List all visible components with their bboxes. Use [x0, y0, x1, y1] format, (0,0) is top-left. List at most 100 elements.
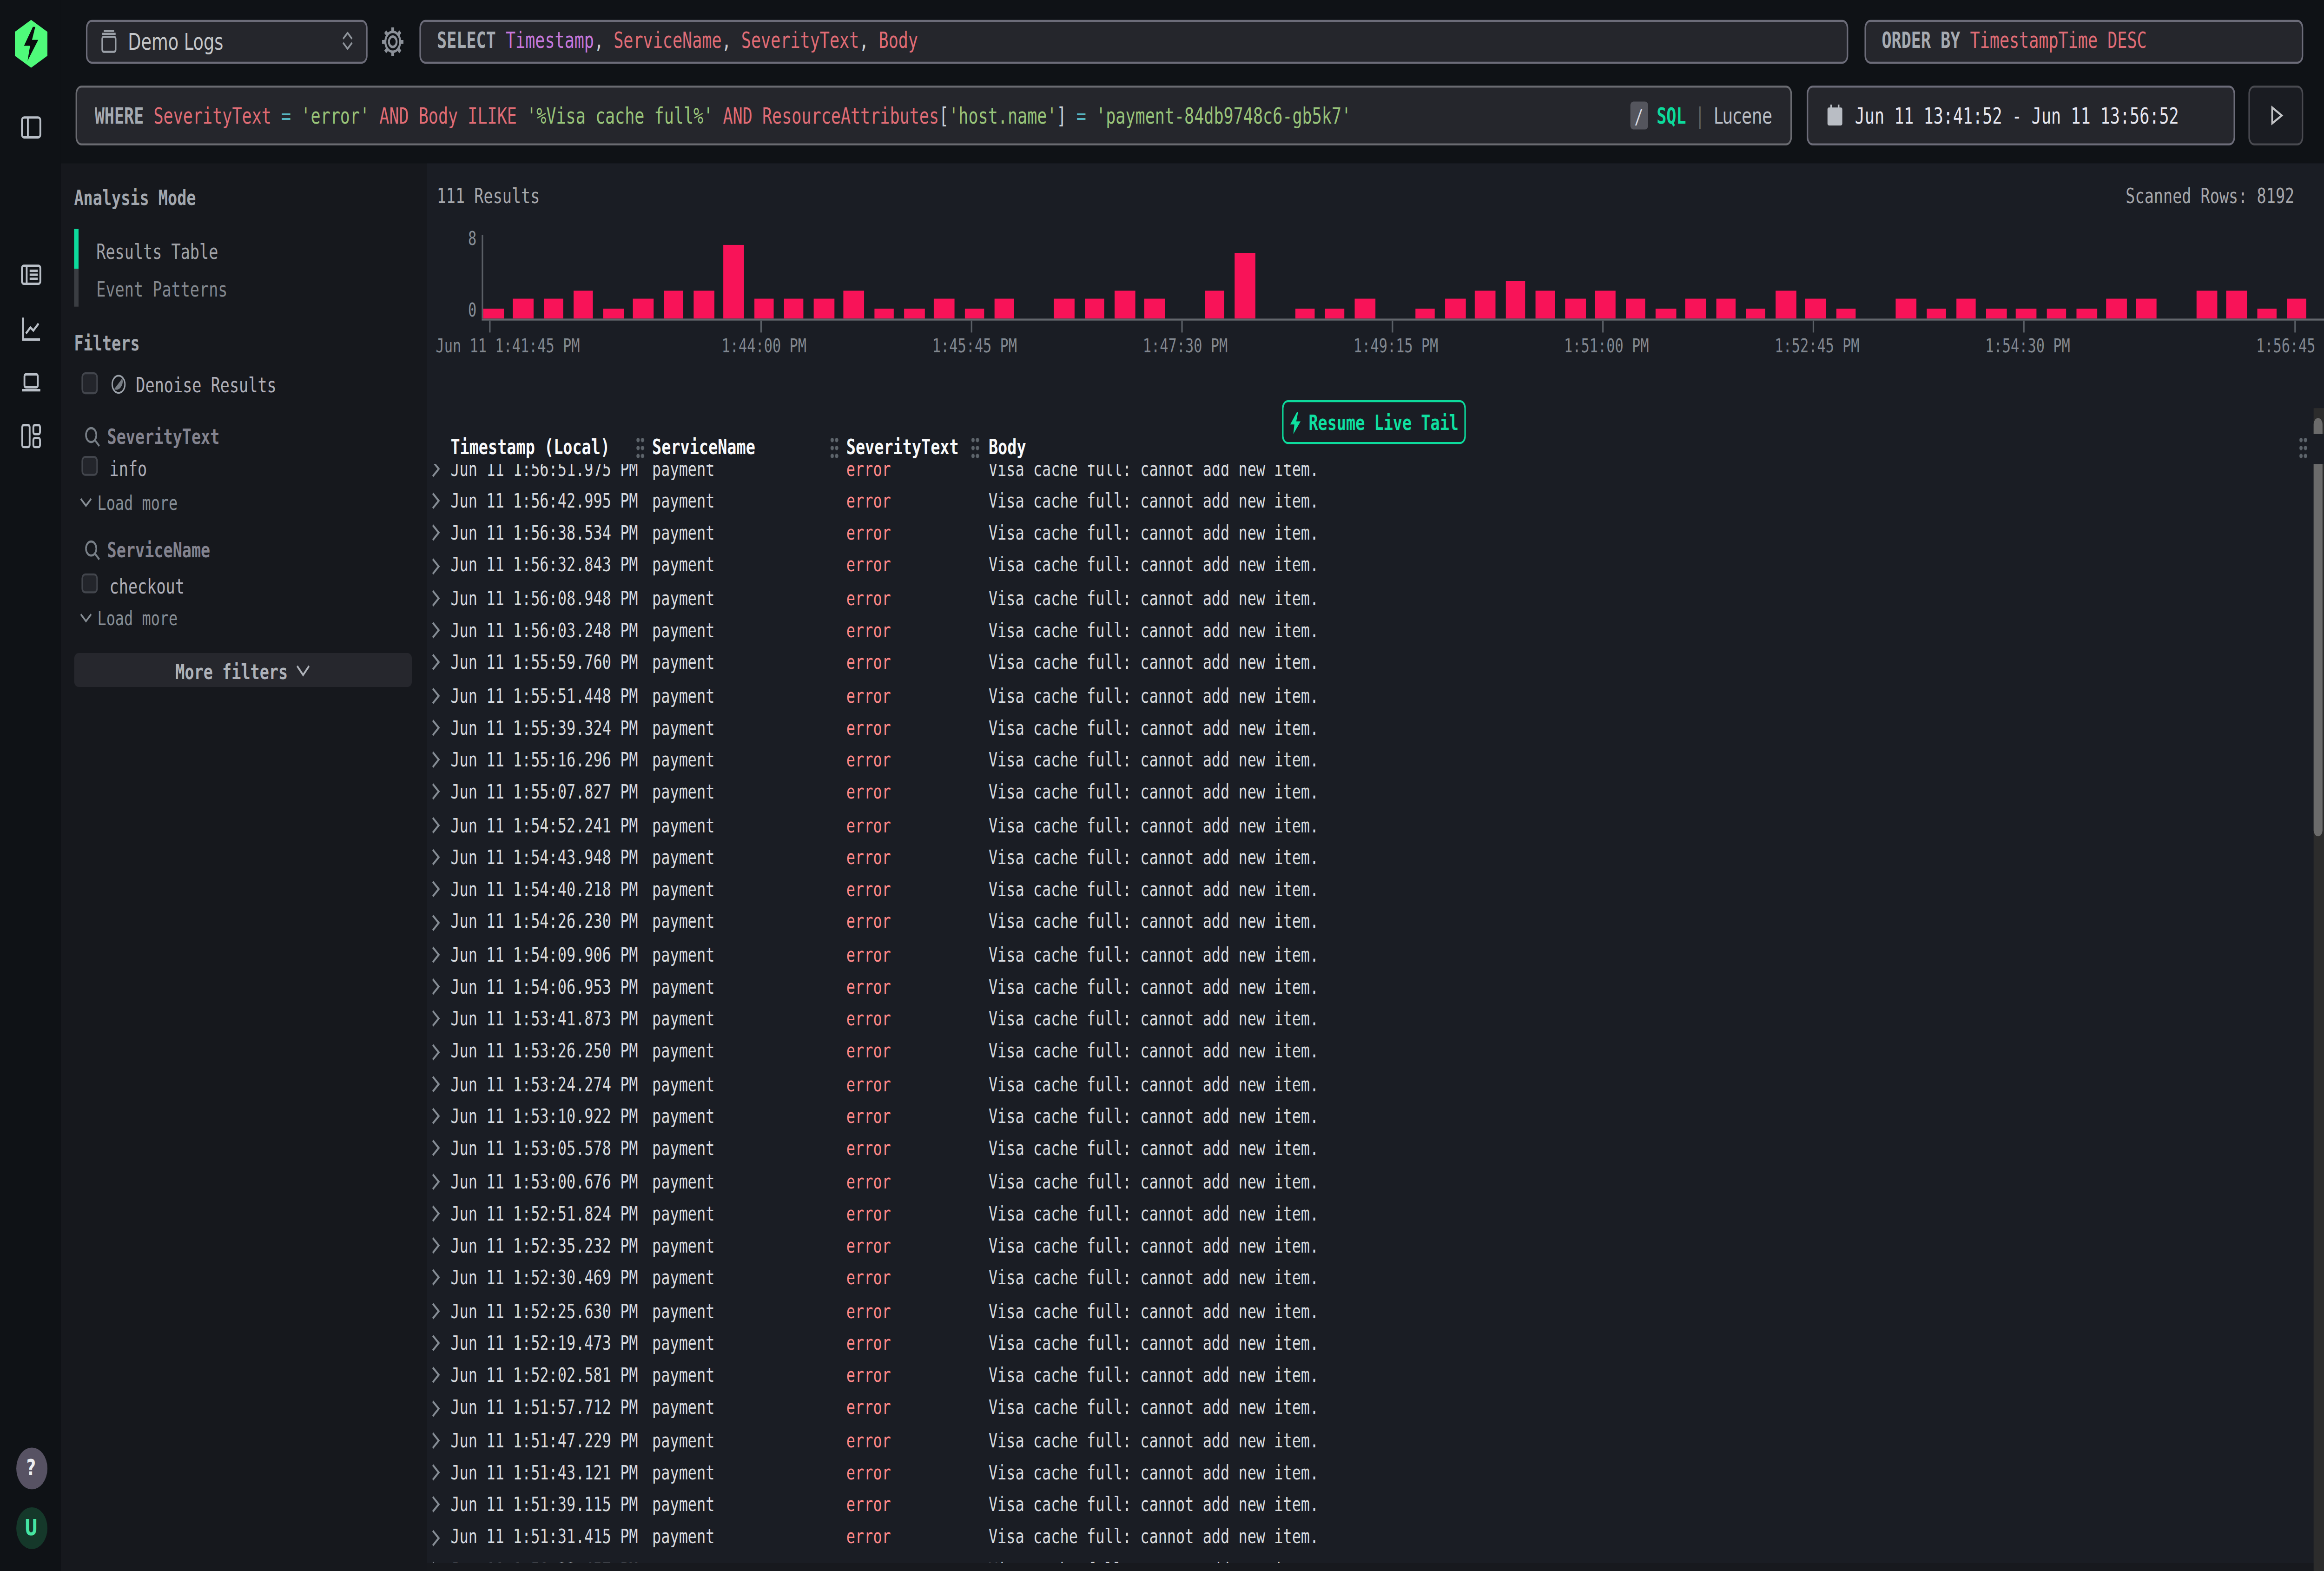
column-resize-grip[interactable]	[830, 436, 839, 460]
expand-row-icon[interactable]	[431, 1172, 440, 1194]
expand-row-icon[interactable]	[431, 784, 440, 805]
histogram-bar[interactable]	[2137, 299, 2157, 318]
histogram-bars[interactable]	[483, 242, 2317, 317]
dashboards-icon[interactable]	[20, 421, 41, 449]
histogram-bar[interactable]	[1926, 308, 1946, 317]
histogram-bar[interactable]	[1535, 290, 1555, 317]
expand-row-icon[interactable]	[431, 1366, 440, 1388]
time-range-picker[interactable]: Jun 11 13:41:52 - Jun 11 13:56:52	[1806, 86, 2235, 145]
histogram-bar[interactable]	[2076, 308, 2096, 317]
histogram-bar[interactable]	[1595, 290, 1615, 317]
severity-info-checkbox[interactable]	[81, 455, 97, 476]
expand-row-icon[interactable]	[431, 1140, 440, 1162]
table-row[interactable]: Jun 11 1:53:26.250 PMpaymenterrorVisa ca…	[426, 1036, 2324, 1068]
expand-row-icon[interactable]	[431, 1269, 440, 1291]
table-row[interactable]: Jun 11 1:51:43.121 PMpaymenterrorVisa ca…	[426, 1457, 2324, 1489]
expand-row-icon[interactable]	[431, 1237, 440, 1259]
table-row[interactable]: Jun 11 1:52:25.630 PMpaymenterrorVisa ca…	[426, 1294, 2324, 1327]
expand-row-icon[interactable]	[431, 848, 440, 870]
histogram-bar[interactable]	[1475, 290, 1495, 317]
histogram-bar[interactable]	[2016, 308, 2036, 317]
table-row[interactable]: Jun 11 1:52:35.232 PMpaymenterrorVisa ca…	[426, 1230, 2324, 1262]
histogram-bar[interactable]	[1776, 290, 1796, 317]
app-logo-icon[interactable]	[15, 20, 47, 68]
histogram-bar[interactable]	[994, 299, 1014, 318]
horizontal-scrollbar-track[interactable]	[426, 1564, 2324, 1571]
column-resize-grip[interactable]	[636, 436, 645, 460]
mode-event-patterns[interactable]: Event Patterns	[96, 277, 227, 301]
col-body[interactable]: Body	[989, 434, 1026, 458]
histogram-bar[interactable]	[1896, 299, 1916, 318]
denoise-checkbox[interactable]	[81, 372, 97, 393]
chart-explorer-icon[interactable]	[20, 314, 41, 342]
search-logs-icon[interactable]	[20, 260, 41, 288]
sql-mode-button[interactable]: SQL	[1657, 103, 1686, 129]
expand-row-icon[interactable]	[431, 1431, 440, 1453]
more-filters-button[interactable]: More filters	[74, 653, 411, 687]
table-row[interactable]: Jun 11 1:54:06.953 PMpaymenterrorVisa ca…	[426, 971, 2324, 1003]
histogram-bar[interactable]	[904, 308, 924, 317]
histogram-bar[interactable]	[1716, 299, 1736, 318]
scrollbar-thumb[interactable]	[2314, 418, 2323, 837]
lucene-mode-button[interactable]: Lucene	[1714, 103, 1772, 129]
histogram-bar[interactable]	[483, 308, 503, 317]
expand-row-icon[interactable]	[431, 463, 440, 482]
table-row[interactable]: Jun 11 1:51:39.115 PMpaymenterrorVisa ca…	[426, 1489, 2324, 1521]
column-resize-grip[interactable]	[971, 436, 980, 460]
user-avatar[interactable]: U	[15, 1506, 46, 1548]
table-row[interactable]: Jun 11 1:55:51.448 PMpaymenterrorVisa ca…	[426, 679, 2324, 712]
table-row[interactable]: Jun 11 1:56:42.995 PMpaymenterrorVisa ca…	[426, 485, 2324, 517]
histogram-bar[interactable]	[1205, 290, 1225, 317]
histogram-bar[interactable]	[1415, 308, 1435, 317]
table-row[interactable]: Jun 11 1:51:57.712 PMpaymenterrorVisa ca…	[426, 1392, 2324, 1424]
source-select[interactable]: Demo Logs	[86, 20, 367, 64]
expand-row-icon[interactable]	[431, 1301, 440, 1323]
histogram-bar[interactable]	[844, 290, 864, 317]
histogram-bar[interactable]	[1806, 299, 1826, 318]
histogram-bar[interactable]	[1625, 299, 1645, 318]
table-row[interactable]: Jun 11 1:51:31.415 PMpaymenterrorVisa ca…	[426, 1521, 2324, 1554]
table-row[interactable]: Jun 11 1:56:32.843 PMpaymenterrorVisa ca…	[426, 550, 2324, 582]
histogram-bar[interactable]	[1565, 299, 1585, 318]
sessions-icon[interactable]	[20, 367, 41, 395]
table-row[interactable]: Jun 11 1:54:52.241 PMpaymenterrorVisa ca…	[426, 809, 2324, 841]
table-row[interactable]: Jun 11 1:54:09.906 PMpaymenterrorVisa ca…	[426, 938, 2324, 971]
histogram-bar[interactable]	[2227, 290, 2247, 317]
histogram-bar[interactable]	[1235, 253, 1254, 318]
histogram-bar[interactable]	[2257, 308, 2277, 317]
expand-row-icon[interactable]	[431, 621, 440, 643]
table-row[interactable]: Jun 11 1:53:41.873 PMpaymenterrorVisa ca…	[426, 1003, 2324, 1036]
histogram-bar[interactable]	[1685, 299, 1705, 318]
histogram-bar[interactable]	[1054, 299, 1074, 318]
histogram-bar[interactable]	[513, 299, 533, 318]
histogram-bar[interactable]	[814, 299, 834, 318]
histogram-bar[interactable]	[2197, 290, 2217, 317]
table-row[interactable]: Jun 11 1:56:03.248 PMpaymenterrorVisa ca…	[426, 614, 2324, 647]
histogram-bar[interactable]	[1656, 308, 1676, 317]
expand-row-icon[interactable]	[431, 1010, 440, 1032]
table-row[interactable]: Jun 11 1:51:47.229 PMpaymenterrorVisa ca…	[426, 1424, 2324, 1457]
expand-row-icon[interactable]	[431, 1334, 440, 1356]
expand-row-icon[interactable]	[431, 945, 440, 967]
expand-row-icon[interactable]	[431, 654, 440, 676]
expand-row-icon[interactable]	[431, 1399, 440, 1420]
table-row[interactable]: Jun 11 1:53:05.578 PMpaymenterrorVisa ca…	[426, 1133, 2324, 1165]
settings-gear-icon[interactable]	[381, 26, 405, 58]
table-row[interactable]: Jun 11 1:54:40.218 PMpaymenterrorVisa ca…	[426, 874, 2324, 906]
table-row[interactable]: Jun 11 1:55:59.760 PMpaymenterrorVisa ca…	[426, 647, 2324, 680]
table-row[interactable]: Jun 11 1:53:24.274 PMpaymenterrorVisa ca…	[426, 1068, 2324, 1101]
service-checkout-checkbox[interactable]	[81, 573, 97, 594]
where-query-input[interactable]: WHERE SeverityText = 'error' AND Body IL…	[75, 86, 1791, 145]
expand-row-icon[interactable]	[431, 1528, 440, 1550]
table-options-grip[interactable]	[2298, 436, 2307, 460]
histogram-bar[interactable]	[543, 299, 563, 318]
table-row[interactable]: Jun 11 1:54:43.948 PMpaymenterrorVisa ca…	[426, 841, 2324, 874]
expand-row-icon[interactable]	[431, 557, 440, 579]
resume-live-tail-button[interactable]: Resume Live Tail	[1282, 400, 1466, 444]
expand-row-icon[interactable]	[431, 492, 440, 514]
expand-row-icon[interactable]	[431, 978, 440, 1000]
help-button[interactable]: ?	[15, 1446, 46, 1488]
table-row[interactable]: Jun 11 1:56:38.534 PMpaymenterrorVisa ca…	[426, 517, 2324, 550]
run-query-button[interactable]	[2249, 86, 2304, 145]
expand-row-icon[interactable]	[431, 719, 440, 740]
